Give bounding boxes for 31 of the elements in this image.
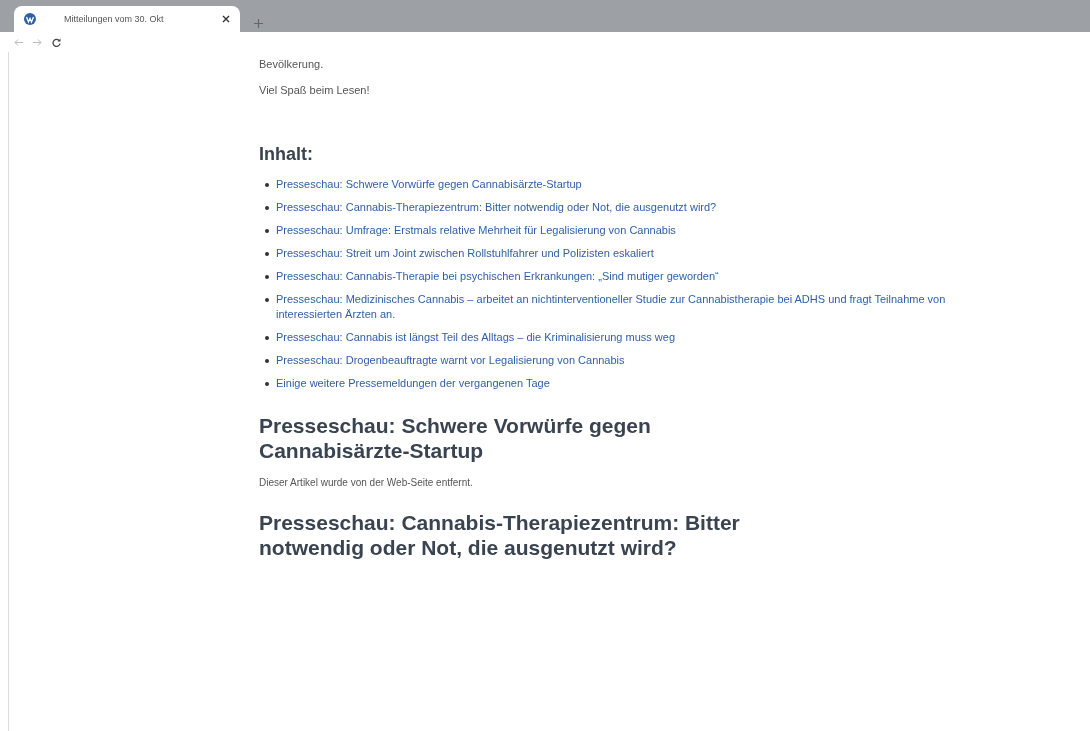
toc-link[interactable]: Presseschau: Cannabis ist längst Teil des Alltags – die Kriminalisierung muss weg — [276, 330, 956, 345]
bullet-icon — [265, 336, 269, 340]
close-icon[interactable] — [222, 15, 230, 23]
toc-link[interactable]: Presseschau: Drogenbeauftragte warnt vor Legalisierung von Cannabis — [276, 353, 956, 368]
bullet-icon — [265, 359, 269, 363]
toc-link[interactable]: Presseschau: Streit um Joint zwischen Rollstuhlfahrer und Polizisten eskaliert — [276, 246, 956, 261]
section-heading: Presseschau: Schwere Vorwürfe gegen Cannabisärzte-Startup — [259, 413, 652, 463]
section-heading: Presseschau: Cannabis-Therapiezentrum: Bitter notwendig oder Not, die ausgenutzt wird? — [259, 510, 741, 560]
toc-link[interactable]: Presseschau: Medizinisches Cannabis – arbeitet an nichtinterventioneller Studie zur Cannabistherapie bei ADHS und fragt Teilnahme von interessierten Ärzten an. — [276, 292, 956, 322]
bullet-icon — [265, 275, 269, 279]
bullet-icon — [265, 298, 269, 302]
back-icon[interactable] — [14, 38, 23, 46]
section-text: Dieser Artikel wurde von der Web-Seite entfernt. — [259, 477, 474, 488]
toc-link[interactable]: Presseschau: Cannabis-Therapie bei psychischen Erkrankungen: „Sind mutiger geworden“ — [276, 269, 956, 284]
toc-link[interactable]: Presseschau: Umfrage: Erstmals relative Mehrheit für Legalisierung von Cannabis — [276, 223, 956, 238]
browser-tab[interactable]: Mitteilungen vom 30. Okt — [14, 6, 240, 32]
toc-link[interactable]: Presseschau: Cannabis-Therapiezentrum: Bitter notwendig oder Not, die ausgenutzt wird? — [276, 200, 956, 215]
site-logo-icon — [24, 13, 36, 25]
bullet-icon — [265, 252, 269, 256]
toc-link[interactable]: Einige weitere Pressemeldungen der vergangenen Tage — [276, 376, 956, 391]
reload-icon[interactable] — [52, 37, 61, 47]
bullet-icon — [265, 206, 269, 210]
paragraph: Bevölkerung. — [259, 58, 325, 70]
toc-heading: Inhalt: — [259, 144, 314, 165]
bullet-icon — [265, 382, 269, 386]
forward-icon[interactable] — [33, 38, 42, 46]
paragraph: Viel Spaß beim Lesen! — [259, 84, 371, 96]
tab-title: Mitteilungen vom 30. Okt — [63, 14, 165, 24]
bullet-icon — [265, 229, 269, 233]
bullet-icon — [265, 183, 269, 187]
toc-link[interactable]: Presseschau: Schwere Vorwürfe gegen Cannabisärzte-Startup — [276, 177, 956, 192]
